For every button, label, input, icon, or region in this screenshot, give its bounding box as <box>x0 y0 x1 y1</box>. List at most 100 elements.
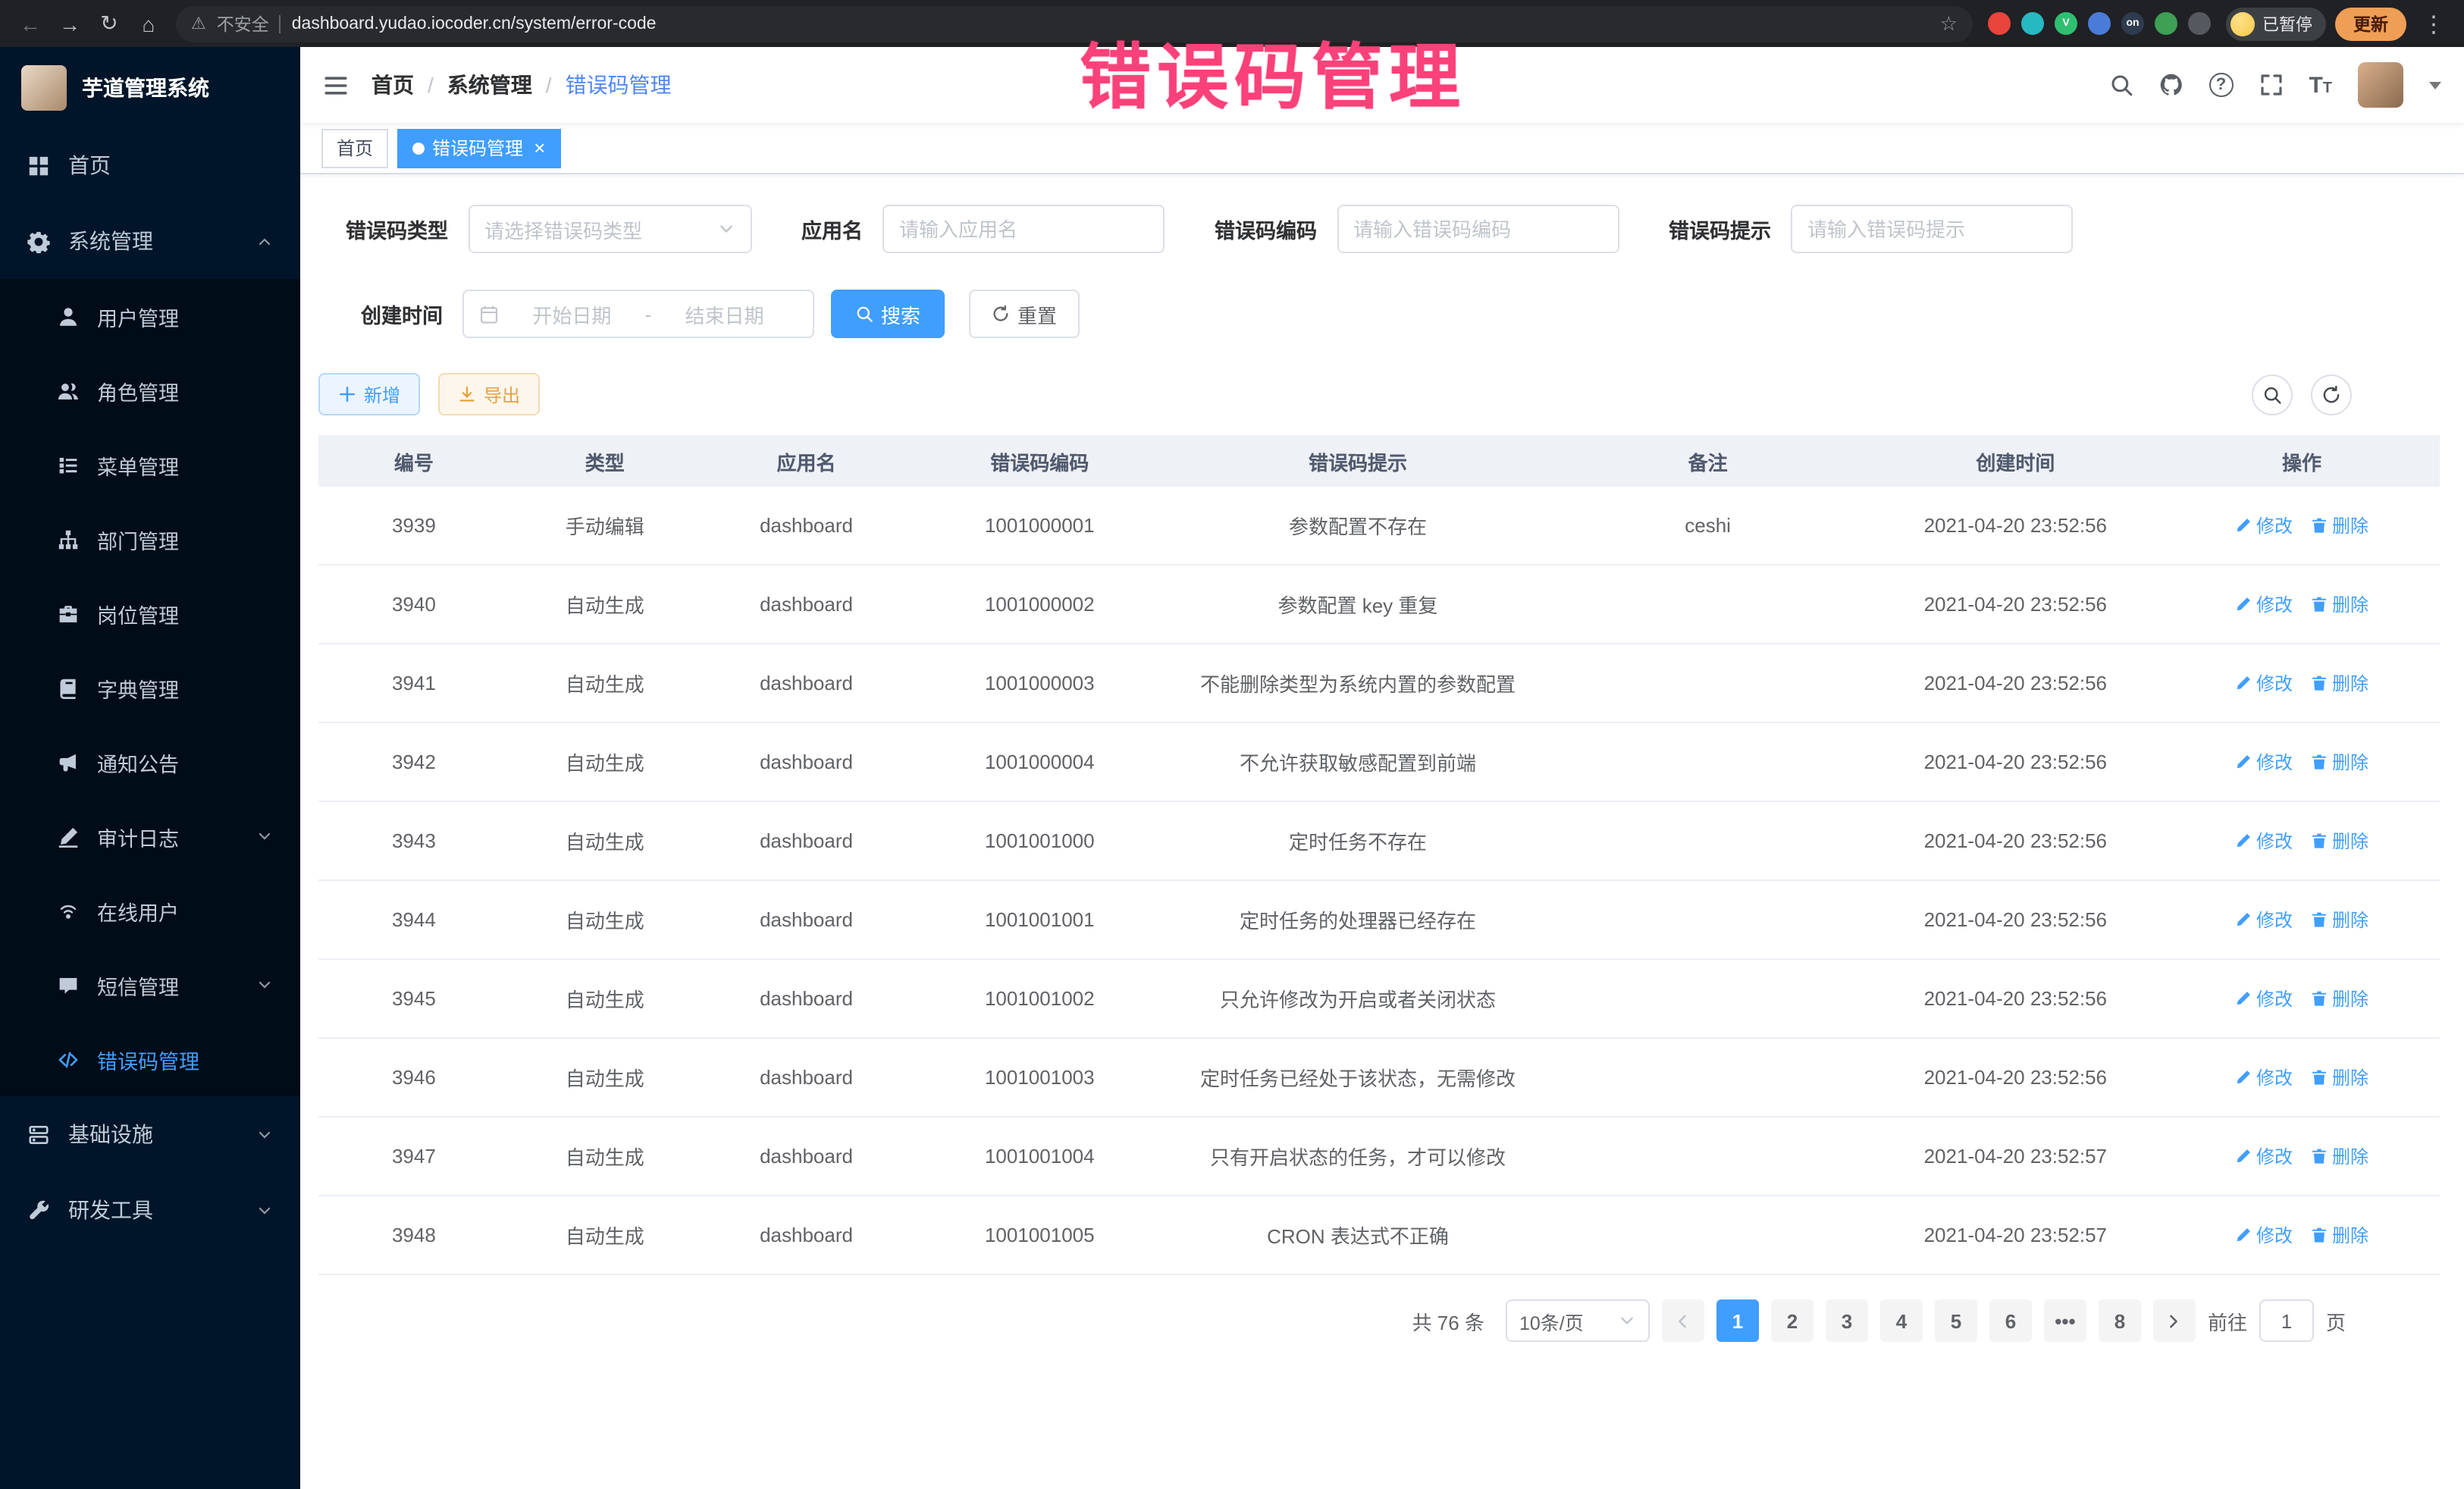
github-icon[interactable] <box>2158 73 2183 97</box>
error-code-input[interactable] <box>1337 205 1619 253</box>
sidebar-subitem[interactable]: 用户管理 <box>0 279 300 353</box>
fullscreen-icon[interactable] <box>2259 73 2283 97</box>
next-page-icon[interactable] <box>2153 1299 2196 1342</box>
profile-paused-chip[interactable]: 已暂停 <box>2226 7 2326 40</box>
column-header[interactable]: 创建时间 <box>1867 447 2164 475</box>
sidebar-subitem[interactable]: 错误码管理 <box>0 1022 300 1096</box>
date-range-picker[interactable]: 开始日期 - 结束日期 <box>462 290 814 338</box>
toggle-search-icon[interactable] <box>2252 374 2293 415</box>
delete-link[interactable]: 删除 <box>2311 591 2368 617</box>
column-header[interactable]: 应用名 <box>701 447 913 475</box>
column-header[interactable]: 操作 <box>2164 447 2440 475</box>
edit-link[interactable]: 修改 <box>2235 1064 2293 1090</box>
edit-link[interactable]: 修改 <box>2235 749 2293 775</box>
extension-icon[interactable] <box>1988 12 2011 35</box>
cell-hint: 不允许获取敏感配置到前端 <box>1167 738 1549 785</box>
column-header[interactable]: 备注 <box>1549 447 1867 475</box>
reload-icon[interactable]: ↻ <box>91 5 127 42</box>
caret-down-icon[interactable] <box>2429 81 2441 89</box>
bookmark-star-icon[interactable]: ☆ <box>1940 11 1958 36</box>
delete-link[interactable]: 删除 <box>2311 1064 2368 1090</box>
page-number[interactable]: 2 <box>1771 1299 1814 1342</box>
app-name-input[interactable] <box>882 205 1165 253</box>
font-size-icon[interactable]: TT <box>2309 72 2332 98</box>
sidebar-subitem[interactable]: 部门管理 <box>0 502 300 576</box>
sidebar-subitem[interactable]: 角色管理 <box>0 353 300 428</box>
sidebar-subitem[interactable]: 审计日志 <box>0 799 300 873</box>
sidebar-subitem[interactable]: 通知公告 <box>0 725 300 799</box>
sidebar-subitem[interactable]: 菜单管理 <box>0 428 300 502</box>
reset-button[interactable]: 重置 <box>969 290 1080 338</box>
edit-link[interactable]: 修改 <box>2235 1143 2293 1169</box>
edit-link[interactable]: 修改 <box>2235 907 2293 933</box>
edit-link[interactable]: 修改 <box>2235 670 2293 696</box>
page-number[interactable]: 8 <box>2099 1299 2141 1342</box>
table-row: 3945 自动生成 dashboard 1001001002 只允许修改为开启或… <box>318 960 2440 1039</box>
page-size-select[interactable]: 10条/页 <box>1506 1299 1650 1342</box>
browser-menu-icon[interactable]: ⋮ <box>2415 5 2452 42</box>
edit-link[interactable]: 修改 <box>2235 828 2293 854</box>
column-header[interactable]: 错误码编码 <box>912 447 1167 475</box>
error-hint-input[interactable] <box>1791 205 2073 253</box>
page-number[interactable]: 1 <box>1716 1299 1759 1342</box>
help-icon[interactable]: ? <box>2209 73 2233 97</box>
sidebar-item-home[interactable]: 首页 <box>0 127 300 203</box>
column-header[interactable]: 类型 <box>509 447 701 475</box>
error-type-select[interactable]: 请选择错误码类型 <box>468 205 751 253</box>
user-avatar[interactable] <box>2358 62 2403 108</box>
sidebar-subitem[interactable]: 短信管理 <box>0 948 300 1022</box>
breadcrumb-home[interactable]: 首页 <box>371 70 414 100</box>
edit-link[interactable]: 修改 <box>2235 1222 2293 1248</box>
app-logo[interactable]: 芋道管理系统 <box>0 47 300 127</box>
sidebar-subitem[interactable]: 岗位管理 <box>0 576 300 650</box>
extension-icon[interactable] <box>2188 12 2211 35</box>
edit-link[interactable]: 修改 <box>2235 591 2293 617</box>
edit-link[interactable]: 修改 <box>2235 513 2293 538</box>
close-icon[interactable]: × <box>534 136 545 159</box>
browser-update-button[interactable]: 更新 <box>2335 7 2406 40</box>
page-number[interactable]: 3 <box>1826 1299 1868 1342</box>
page-number[interactable]: 4 <box>1880 1299 1923 1342</box>
search-button[interactable]: 搜索 <box>831 290 945 338</box>
forward-icon[interactable]: → <box>52 5 88 42</box>
refresh-table-icon[interactable] <box>2311 374 2352 415</box>
column-header[interactable]: 错误码提示 <box>1167 447 1549 475</box>
search-icon[interactable] <box>2108 73 2133 97</box>
sidebar-item[interactable]: 研发工具 <box>0 1172 300 1248</box>
cell-id: 3947 <box>318 1136 509 1177</box>
export-button[interactable]: 导出 <box>438 373 540 415</box>
add-button[interactable]: 新增 <box>318 373 420 415</box>
extension-icon[interactable] <box>2021 12 2044 35</box>
delete-link[interactable]: 删除 <box>2311 986 2368 1011</box>
address-bar[interactable]: ⚠ 不安全 dashboard.yudao.iocoder.cn/system/… <box>176 5 1973 42</box>
delete-link[interactable]: 删除 <box>2311 828 2368 854</box>
breadcrumb-system[interactable]: 系统管理 <box>447 70 532 100</box>
extension-icon[interactable] <box>2088 12 2111 35</box>
sidebar-item[interactable]: 基础设施 <box>0 1096 300 1172</box>
page-number[interactable]: 5 <box>1935 1299 1977 1342</box>
sidebar-subitem[interactable]: 字典管理 <box>0 650 300 725</box>
delete-link[interactable]: 删除 <box>2311 749 2368 775</box>
page-number[interactable]: 6 <box>1989 1299 2032 1342</box>
hamburger-icon[interactable] <box>323 72 349 98</box>
tab-home[interactable]: 首页 <box>321 128 388 168</box>
delete-link[interactable]: 删除 <box>2311 513 2368 538</box>
extension-icon[interactable] <box>2155 12 2177 35</box>
delete-link[interactable]: 删除 <box>2311 1143 2368 1169</box>
browser-home-icon[interactable]: ⌂ <box>130 5 167 42</box>
delete-link[interactable]: 删除 <box>2311 907 2368 933</box>
extension-icon[interactable]: V <box>2055 12 2077 35</box>
page-number[interactable]: ••• <box>2044 1299 2086 1342</box>
goto-page-input[interactable] <box>2259 1299 2314 1342</box>
delete-link[interactable]: 删除 <box>2311 670 2368 696</box>
navbar-actions: ? TT <box>2108 62 2441 108</box>
delete-link[interactable]: 删除 <box>2311 1222 2368 1248</box>
edit-link[interactable]: 修改 <box>2235 986 2293 1011</box>
tab-error-code[interactable]: 错误码管理 × <box>397 128 560 168</box>
prev-page-icon[interactable] <box>1662 1299 1704 1342</box>
sidebar-item-system[interactable]: 系统管理 <box>0 203 300 279</box>
sidebar-subitem[interactable]: 在线用户 <box>0 873 300 948</box>
column-header[interactable]: 编号 <box>318 447 509 475</box>
back-icon[interactable]: ← <box>12 5 49 42</box>
extension-icon[interactable]: on <box>2121 12 2144 35</box>
